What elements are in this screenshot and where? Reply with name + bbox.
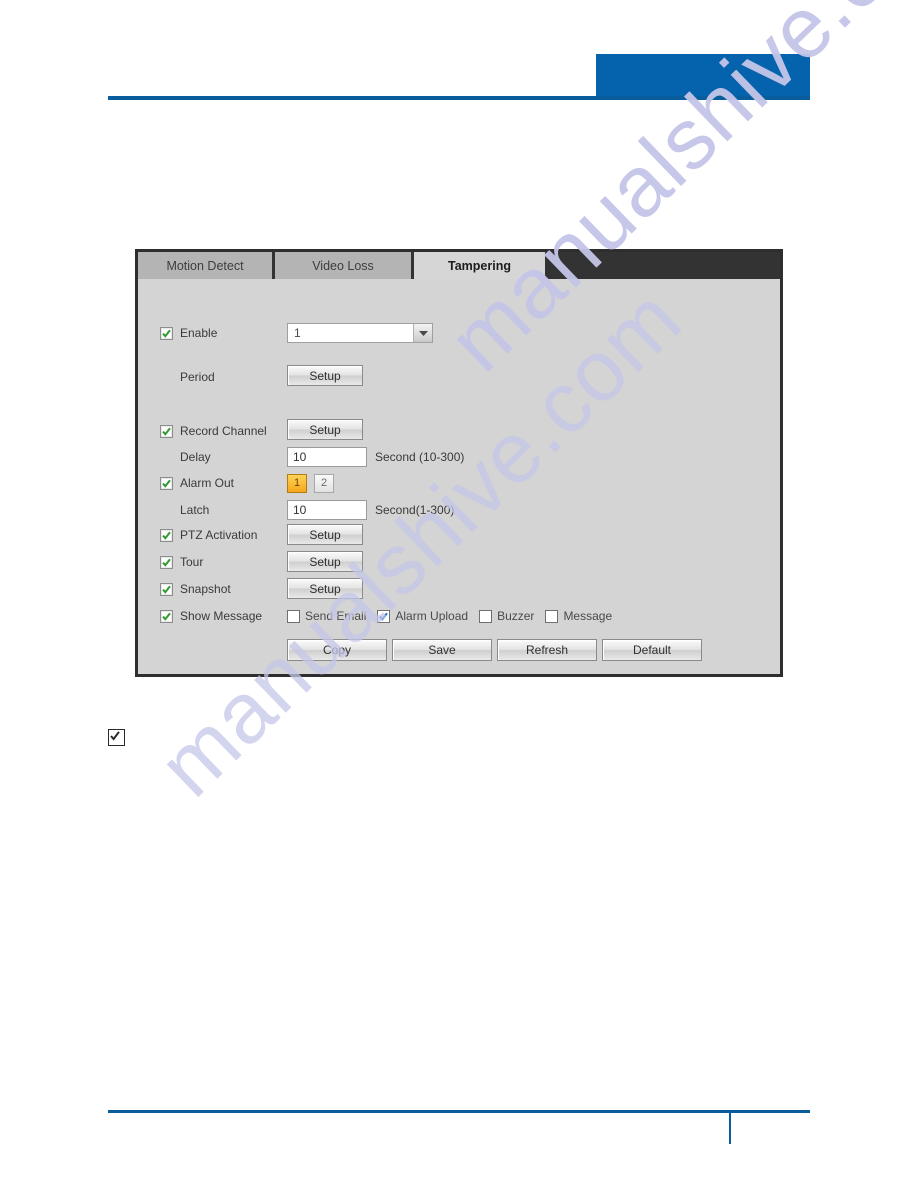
refresh-button[interactable]: Refresh <box>497 639 597 661</box>
row-snapshot: Snapshot <box>160 579 231 599</box>
page-footer <box>0 1090 918 1188</box>
note-checked-box-icon <box>108 729 125 746</box>
record-channel-label: Record Channel <box>180 424 267 438</box>
show-message-checkbox[interactable] <box>160 609 173 623</box>
enable-checkbox-cell <box>160 326 180 340</box>
delay-label: Delay <box>180 450 211 464</box>
send-email-checkbox[interactable] <box>287 609 300 623</box>
alarm-out-option-2[interactable]: 2 <box>314 473 334 493</box>
row-tour: Tour <box>160 552 203 572</box>
tour-label: Tour <box>180 555 204 569</box>
delay-unit-label: Second (10-300) <box>375 450 465 464</box>
chevron-down-icon[interactable] <box>413 324 432 342</box>
delay-input[interactable]: 10 <box>287 447 367 467</box>
ptz-activation-checkbox-cell <box>160 528 180 542</box>
alarm-out-options: 1 2 <box>287 473 341 493</box>
action-button-row: Copy Save Refresh Default <box>287 639 702 661</box>
alarm-out-checkbox[interactable] <box>160 476 173 490</box>
tour-checkbox-cell <box>160 555 180 569</box>
latch-field-group: 10 Second(1-300) <box>287 500 454 520</box>
channel-select-value: 1 <box>294 326 301 340</box>
ptz-activation-setup-button[interactable]: Setup <box>287 524 363 545</box>
row-show-message: Show Message <box>160 606 262 626</box>
show-message-label: Show Message <box>180 609 263 623</box>
alarm-upload-label: Alarm Upload <box>395 609 469 623</box>
option-send-email[interactable]: Send Email <box>287 609 366 623</box>
header-rule <box>108 96 810 100</box>
ptz-activation-label: PTZ Activation <box>180 528 258 542</box>
row-delay: Delay <box>180 447 211 467</box>
record-channel-setup-button[interactable]: Setup <box>287 419 363 440</box>
buzzer-label: Buzzer <box>497 609 535 623</box>
footer-rule <box>108 1110 810 1113</box>
save-button[interactable]: Save <box>392 639 492 661</box>
record-channel-checkbox[interactable] <box>160 424 173 438</box>
message-label: Message <box>563 609 613 623</box>
copy-button[interactable]: Copy <box>287 639 387 661</box>
period-setup-button[interactable]: Setup <box>287 365 363 386</box>
alarm-out-option-1[interactable]: 1 <box>287 473 307 493</box>
option-alarm-upload[interactable]: Alarm Upload <box>377 609 468 623</box>
latch-unit-label: Second(1-300) <box>375 503 455 517</box>
channel-select[interactable]: 1 <box>287 323 433 343</box>
alarm-out-label: Alarm Out <box>180 476 235 490</box>
ptz-activation-checkbox[interactable] <box>160 528 173 542</box>
header-blue-block <box>596 54 810 100</box>
send-email-label: Send Email <box>305 609 367 623</box>
page-header <box>0 0 918 120</box>
tour-setup-button[interactable]: Setup <box>287 551 363 572</box>
record-channel-checkbox-cell <box>160 424 180 438</box>
row-alarm-out: Alarm Out <box>160 473 234 493</box>
enable-label: Enable <box>180 326 218 340</box>
tab-bar-filler <box>545 252 780 279</box>
period-label: Period <box>180 370 215 384</box>
show-message-options: Send Email Alarm Upload Buzzer Message <box>287 606 623 626</box>
latch-input[interactable]: 10 <box>287 500 367 520</box>
row-ptz-activation: PTZ Activation <box>160 525 257 545</box>
option-message[interactable]: Message <box>545 609 612 623</box>
snapshot-label: Snapshot <box>180 582 231 596</box>
tab-tampering[interactable]: Tampering <box>414 252 545 279</box>
alarm-out-checkbox-cell <box>160 476 180 490</box>
row-record-channel: Record Channel <box>160 421 267 441</box>
snapshot-setup-button[interactable]: Setup <box>287 578 363 599</box>
tab-motion-detect[interactable]: Motion Detect <box>138 252 275 279</box>
default-button[interactable]: Default <box>602 639 702 661</box>
buzzer-checkbox[interactable] <box>479 609 493 623</box>
option-buzzer[interactable]: Buzzer <box>479 609 534 623</box>
snapshot-checkbox[interactable] <box>160 582 173 596</box>
message-checkbox[interactable] <box>545 609 559 623</box>
device-config-panel: Motion Detect Video Loss Tampering Enabl… <box>135 249 783 677</box>
tab-video-loss[interactable]: Video Loss <box>275 252 414 279</box>
row-period: Period <box>180 367 215 387</box>
tab-bar: Motion Detect Video Loss Tampering <box>138 252 780 279</box>
snapshot-checkbox-cell <box>160 582 180 596</box>
row-enable: Enable <box>160 323 217 343</box>
footer-tick <box>729 1112 731 1144</box>
row-latch: Latch <box>180 500 209 520</box>
delay-field-group: 10 Second (10-300) <box>287 447 464 467</box>
enable-checkbox[interactable] <box>160 326 173 340</box>
alarm-upload-checkbox[interactable] <box>377 609 391 623</box>
tour-checkbox[interactable] <box>160 555 173 569</box>
show-message-checkbox-cell <box>160 609 180 623</box>
panel-body: Enable 1 Period Setup Record Channel Set… <box>138 279 780 674</box>
latch-label: Latch <box>180 503 210 517</box>
